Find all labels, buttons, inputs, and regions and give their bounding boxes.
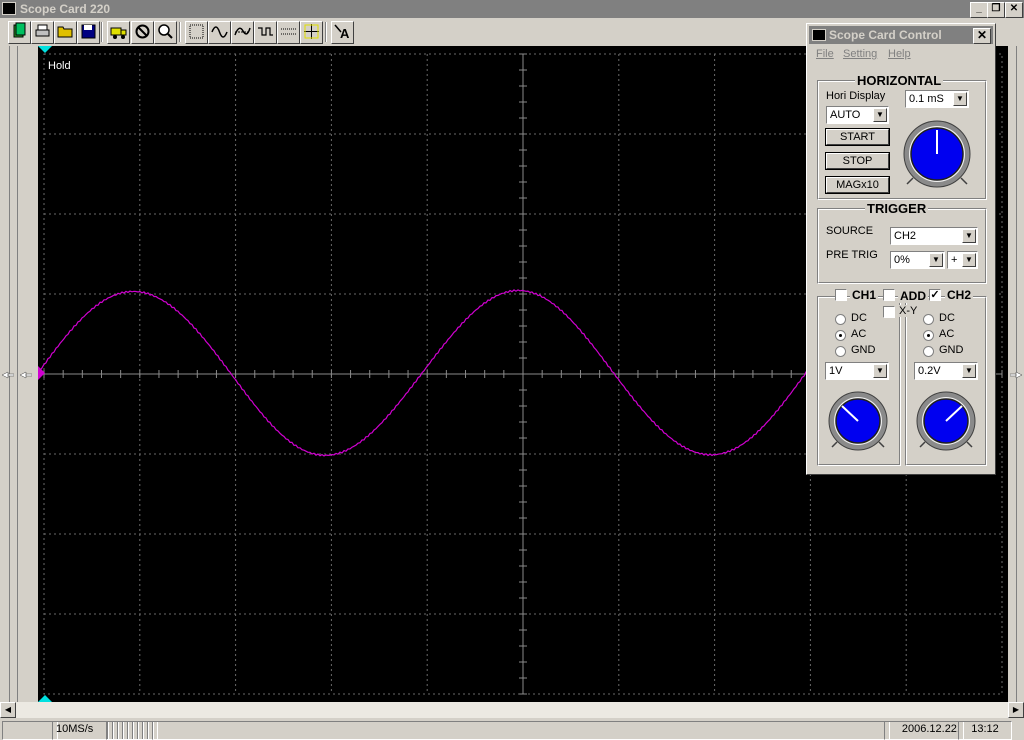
ch1-ac-label: AC bbox=[851, 328, 867, 340]
control-title: Scope Card Control bbox=[829, 28, 942, 42]
hori-mode-select[interactable]: AUTO ▼ bbox=[826, 106, 889, 124]
cursor-icon[interactable] bbox=[300, 21, 323, 44]
control-title-bar[interactable]: Scope Card Control ✕ bbox=[809, 26, 993, 44]
trigger-fall-icon[interactable] bbox=[254, 21, 277, 44]
left-scroll-rail-2 bbox=[17, 46, 18, 702]
menu-file[interactable]: File bbox=[816, 48, 834, 60]
trigger-source-label: SOURCE bbox=[826, 225, 874, 237]
ch1-dc-label: DC bbox=[851, 312, 867, 324]
trigger-source-select[interactable]: CH2 ▼ bbox=[890, 227, 978, 245]
ch2-gnd-radio[interactable] bbox=[923, 346, 934, 357]
status-panel-message bbox=[152, 721, 890, 740]
dotted-line-icon[interactable] bbox=[277, 21, 300, 44]
start-button[interactable]: START bbox=[825, 128, 890, 146]
app-title-bar: Scope Card 220 _ ❐ ✕ bbox=[0, 0, 1024, 18]
left-offset-marker[interactable] bbox=[1, 369, 15, 381]
zoom-icon[interactable] bbox=[154, 21, 177, 44]
horizontal-scrollbar[interactable]: ◀ ▶ bbox=[0, 702, 1024, 718]
timebase-select[interactable]: 0.1 mS ▼ bbox=[905, 90, 969, 108]
hori-display-label: Hori Display bbox=[826, 90, 886, 102]
ch1-volts-select[interactable]: 1V ▼ bbox=[825, 362, 889, 380]
status-time: 13:12 bbox=[958, 721, 1012, 740]
xy-checkbox[interactable] bbox=[883, 306, 895, 318]
ch2-ac-label: AC bbox=[939, 328, 955, 340]
chevron-down-icon: ▼ bbox=[953, 92, 967, 106]
menu-setting[interactable]: Setting bbox=[843, 48, 877, 60]
add-label: ADD bbox=[898, 289, 928, 303]
chevron-down-icon: ▼ bbox=[962, 364, 976, 378]
horizontal-heading: HORIZONTAL bbox=[855, 73, 944, 88]
ch2-checkbox[interactable]: ✓ bbox=[929, 289, 941, 301]
magx10-button[interactable]: MAGx10 bbox=[825, 176, 890, 194]
trigger-position-marker-top[interactable] bbox=[38, 46, 52, 53]
scope-status-label: Hold bbox=[48, 60, 71, 72]
text-icon[interactable]: A bbox=[331, 21, 354, 44]
timebase-knob[interactable] bbox=[901, 118, 973, 190]
ch1-volts-knob[interactable] bbox=[827, 390, 889, 452]
svg-text:A: A bbox=[340, 26, 350, 41]
status-resize-grip bbox=[106, 721, 158, 740]
ch2-dc-label: DC bbox=[939, 312, 955, 324]
scroll-left-arrow-icon[interactable]: ◀ bbox=[0, 702, 16, 718]
grid-icon[interactable] bbox=[185, 21, 208, 44]
control-window[interactable]: Scope Card Control ✕ File Setting Help H… bbox=[806, 23, 996, 475]
status-panel-empty bbox=[2, 721, 58, 740]
wave-icon[interactable] bbox=[208, 21, 231, 44]
ch1-checkbox[interactable] bbox=[835, 289, 847, 301]
add-checkbox[interactable] bbox=[883, 289, 895, 301]
ch1-dc-radio[interactable] bbox=[835, 314, 846, 325]
chevron-down-icon: ▼ bbox=[962, 253, 976, 267]
sample-rate: 10MS/s bbox=[52, 721, 110, 740]
truck-icon[interactable] bbox=[107, 21, 130, 44]
control-app-icon bbox=[812, 29, 826, 41]
open-icon[interactable] bbox=[8, 21, 31, 44]
minimize-button[interactable]: _ bbox=[970, 2, 988, 18]
close-button[interactable]: ✕ bbox=[1005, 2, 1023, 18]
app-icon bbox=[2, 2, 16, 15]
ch2-ac-radio[interactable] bbox=[923, 330, 934, 341]
ch1-label: CH1 bbox=[850, 288, 879, 302]
trigger-position-marker-bottom[interactable] bbox=[38, 695, 52, 702]
ch2-dc-radio[interactable] bbox=[923, 314, 934, 325]
print-icon[interactable] bbox=[31, 21, 54, 44]
restore-button[interactable]: ❐ bbox=[987, 2, 1005, 18]
save-icon[interactable] bbox=[77, 21, 100, 44]
folder-icon[interactable] bbox=[54, 21, 77, 44]
trigger-rise-icon[interactable] bbox=[231, 21, 254, 44]
chevron-down-icon: ▼ bbox=[962, 229, 976, 243]
left-offset-marker-2[interactable] bbox=[19, 369, 33, 381]
scroll-right-arrow-icon[interactable]: ▶ bbox=[1008, 702, 1024, 718]
chevron-down-icon: ▼ bbox=[873, 364, 887, 378]
xy-label: X-Y bbox=[898, 305, 919, 317]
ch1-ac-radio[interactable] bbox=[835, 330, 846, 341]
trigger-heading: TRIGGER bbox=[865, 201, 929, 216]
menu-help[interactable]: Help bbox=[888, 48, 911, 60]
scroll-track[interactable] bbox=[16, 702, 1008, 718]
ch2-volts-knob[interactable] bbox=[915, 390, 977, 452]
ch2-label: CH2 bbox=[945, 288, 974, 302]
control-close-button[interactable]: ✕ bbox=[973, 28, 991, 44]
status-bar: 10MS/s 2006.12.22. 13:12 bbox=[0, 718, 1024, 740]
ch2-volts-select[interactable]: 0.2V ▼ bbox=[914, 362, 978, 380]
chevron-down-icon: ▼ bbox=[929, 253, 943, 267]
trigger-group bbox=[817, 208, 987, 284]
ch1-gnd-label: GND bbox=[851, 344, 876, 356]
chevron-down-icon: ▼ bbox=[873, 108, 887, 122]
pre-trig-label: PRE TRIG bbox=[826, 249, 878, 261]
ch2-gnd-label: GND bbox=[939, 344, 964, 356]
right-offset-marker[interactable] bbox=[1009, 369, 1023, 381]
status-date: 2006.12.22. bbox=[884, 721, 964, 740]
ch1-gnd-radio[interactable] bbox=[835, 346, 846, 357]
ch2-trace bbox=[38, 289, 809, 457]
pre-trig-select[interactable]: 0% ▼ bbox=[890, 251, 945, 269]
app-title: Scope Card 220 bbox=[20, 2, 111, 16]
stop-button[interactable]: STOP bbox=[825, 152, 890, 170]
trigger-slope-select[interactable]: + ▼ bbox=[947, 251, 978, 269]
no-icon[interactable] bbox=[131, 21, 154, 44]
